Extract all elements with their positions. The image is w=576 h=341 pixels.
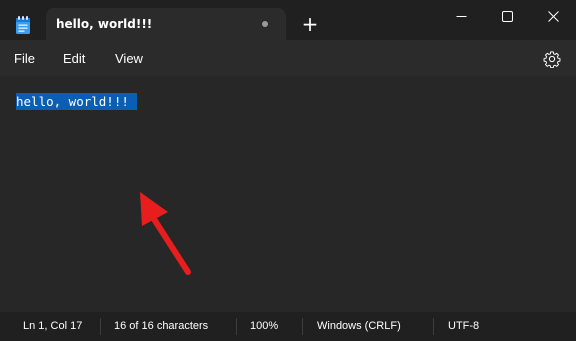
maximize-icon	[501, 10, 513, 22]
close-button[interactable]	[530, 0, 576, 32]
zoom-level[interactable]: 100%	[250, 320, 278, 332]
maximize-button[interactable]	[484, 0, 530, 32]
title-bar[interactable]: hello, world!!! +	[0, 0, 576, 40]
tab-document[interactable]: hello, world!!!	[46, 8, 286, 40]
close-icon	[547, 10, 559, 22]
cursor-position[interactable]: Ln 1, Col 17	[23, 320, 82, 332]
status-divider	[236, 318, 237, 335]
tab-title: hello, world!!!	[56, 17, 153, 31]
gear-icon[interactable]	[543, 50, 561, 69]
minimize-button[interactable]	[438, 0, 484, 32]
status-divider	[100, 318, 101, 335]
notepad-icon	[15, 15, 31, 35]
menu-view[interactable]: View	[115, 51, 143, 66]
minimize-icon	[456, 15, 466, 17]
status-divider	[302, 318, 303, 335]
new-tab-button[interactable]: +	[298, 14, 322, 38]
text-editor[interactable]: hello, world!!!	[0, 76, 576, 312]
menu-bar: File Edit View	[0, 40, 576, 76]
character-count: 16 of 16 characters	[114, 320, 209, 332]
menu-file[interactable]: File	[14, 51, 35, 66]
unsaved-dot-icon[interactable]	[262, 21, 268, 27]
encoding[interactable]: UTF-8	[448, 320, 479, 332]
red-arrow-icon	[140, 192, 191, 275]
menu-edit[interactable]: Edit	[63, 51, 85, 66]
status-bar: Ln 1, Col 17 16 of 16 characters 100% Wi…	[0, 312, 576, 341]
status-divider	[433, 318, 434, 335]
selected-text[interactable]: hello, world!!!	[16, 93, 137, 110]
line-ending[interactable]: Windows (CRLF)	[317, 320, 401, 332]
notepad-window: hello, world!!! + File Edit View hello, …	[0, 0, 576, 341]
